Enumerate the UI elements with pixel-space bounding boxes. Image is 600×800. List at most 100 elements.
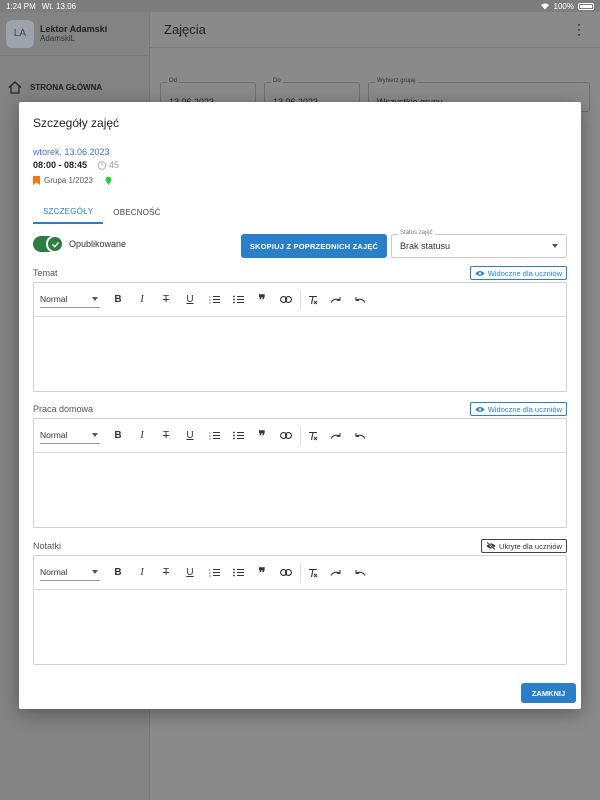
quote-icon[interactable]: ❞ [250,290,274,310]
lesson-status-select[interactable]: Status zajęć Brak statusu [391,230,567,258]
bold-icon[interactable]: B [106,563,130,583]
topic-editor: Normal B I T U 123 ❞ [33,282,567,392]
undo-icon[interactable] [348,426,372,446]
svg-text:3: 3 [209,301,211,304]
status-select-label: Status zajęć [398,230,435,236]
undo-icon[interactable] [348,563,372,583]
ordered-list-icon[interactable]: 123 [202,426,226,446]
published-label: Opublikowane [69,239,127,249]
more-vert-icon[interactable]: ⋮ [572,21,586,38]
lesson-details-dialog: Szczegóły zajęć wtorek, 13.06.2023 08:00… [19,102,581,709]
redo-icon[interactable] [324,426,348,446]
clock: 1:24 PM [6,1,36,11]
duration-value: 45 [109,160,120,170]
svg-text:3: 3 [209,437,211,440]
from-date-label: Od [167,78,180,84]
strikethrough-icon[interactable]: T [154,290,178,310]
strikethrough-icon[interactable]: T [154,426,178,446]
bold-icon[interactable]: B [106,290,130,310]
bullet-list-icon[interactable] [226,426,250,446]
italic-icon[interactable]: I [130,563,154,583]
wifi-icon [540,2,550,10]
format-select[interactable]: Normal [40,292,100,308]
notes-editor: Normal B I T U 123 ❞ [33,555,567,665]
to-date-label: Do [271,78,283,84]
status-select-value: Brak statusu [400,241,451,251]
home-icon [8,80,22,94]
topic-label: Temat [33,268,58,278]
dialog-tabs: SZCZEGÓŁY OBECNOŚĆ [33,200,171,224]
editor-toolbar: Normal B I T U 123 ❞ [34,556,566,590]
link-icon[interactable] [274,290,298,310]
tab-details[interactable]: SZCZEGÓŁY [33,200,104,224]
clear-format-icon[interactable] [300,562,324,583]
status-bar: 1:24 PM Wt. 13.06 100% [0,0,600,12]
visibility-label: Widoczne dla uczniów [487,404,562,414]
eye-icon [475,270,485,277]
check-icon [46,235,64,253]
format-select[interactable]: Normal [40,428,100,444]
avatar: LA [6,19,34,48]
chevron-down-icon [552,244,558,248]
topic-text-area[interactable] [34,317,566,391]
ordered-list-icon[interactable]: 123 [202,563,226,583]
homework-text-area[interactable] [34,453,566,527]
timer-icon [97,160,107,170]
lesson-date: wtorek, 13.06.2023 [33,147,110,157]
copy-from-previous-button[interactable]: SKOPIUJ Z POPRZEDNICH ZAJĘĆ [241,234,387,258]
bullet-list-icon[interactable] [226,290,250,310]
bold-icon[interactable]: B [106,426,130,446]
user-login: AdamskiL [40,34,76,43]
link-icon[interactable] [274,563,298,583]
homework-editor: Normal B I T U 123 ❞ [33,418,567,528]
battery-percent: 100% [553,1,574,11]
topic-visibility-button[interactable]: Widoczne dla uczniów [469,266,567,280]
tab-attendance[interactable]: OBECNOŚĆ [103,200,170,224]
location-pin-icon [105,176,112,185]
format-value: Normal [40,430,68,440]
italic-icon[interactable]: I [130,290,154,310]
bullet-list-icon[interactable] [226,563,250,583]
redo-icon[interactable] [324,290,348,310]
battery-icon [578,2,594,10]
visibility-label: Ukryte dla uczniów [499,541,562,551]
undo-icon[interactable] [348,290,372,310]
homework-visibility-button[interactable]: Widoczne dla uczniów [469,402,567,416]
quote-icon[interactable]: ❞ [250,563,274,583]
svg-text:3: 3 [209,574,211,577]
quote-icon[interactable]: ❞ [250,426,274,446]
lesson-duration: 45 [97,160,119,170]
format-select[interactable]: Normal [40,565,100,581]
notes-label: Notatki [33,541,62,551]
strikethrough-icon[interactable]: T [154,563,178,583]
notes-section: Notatki Ukryte dla uczniów Normal B I T … [33,539,567,667]
group-select-label: Wybierz grupę [375,78,418,84]
visibility-label: Widoczne dla uczniów [487,268,562,278]
homework-label: Praca domowa [33,404,94,414]
notes-text-area[interactable] [34,590,566,664]
user-name: Lektor Adamski [40,24,108,34]
redo-icon[interactable] [324,563,348,583]
status-date: Wt. 13.06 [41,1,77,11]
notes-visibility-button[interactable]: Ukryte dla uczniów [481,539,567,553]
bookmark-icon [33,176,40,185]
link-icon[interactable] [274,426,298,446]
app-header: Zajęcia ⋮ [150,12,600,48]
page-title: Zajęcia [164,22,206,37]
clear-format-icon[interactable] [300,425,324,446]
sidebar-item-home[interactable]: STRONA GŁÓWNA [0,72,149,102]
editor-toolbar: Normal B I T U 123 ❞ [34,419,566,453]
close-button[interactable]: ZAMKNIJ [521,683,576,703]
underline-icon[interactable]: U [178,290,202,310]
published-toggle-row: Opublikowane [33,235,127,253]
ordered-list-icon[interactable]: 123 [202,290,226,310]
underline-icon[interactable]: U [178,563,202,583]
lesson-group-row: Grupa 1/2023 [33,176,112,185]
clear-format-icon[interactable] [300,289,324,310]
user-panel[interactable]: LA Lektor Adamski AdamskiL [0,12,149,56]
underline-icon[interactable]: U [178,426,202,446]
published-toggle[interactable] [33,235,64,253]
lesson-time: 08:00 - 08:45 [33,160,88,170]
format-value: Normal [40,294,68,304]
italic-icon[interactable]: I [130,426,154,446]
